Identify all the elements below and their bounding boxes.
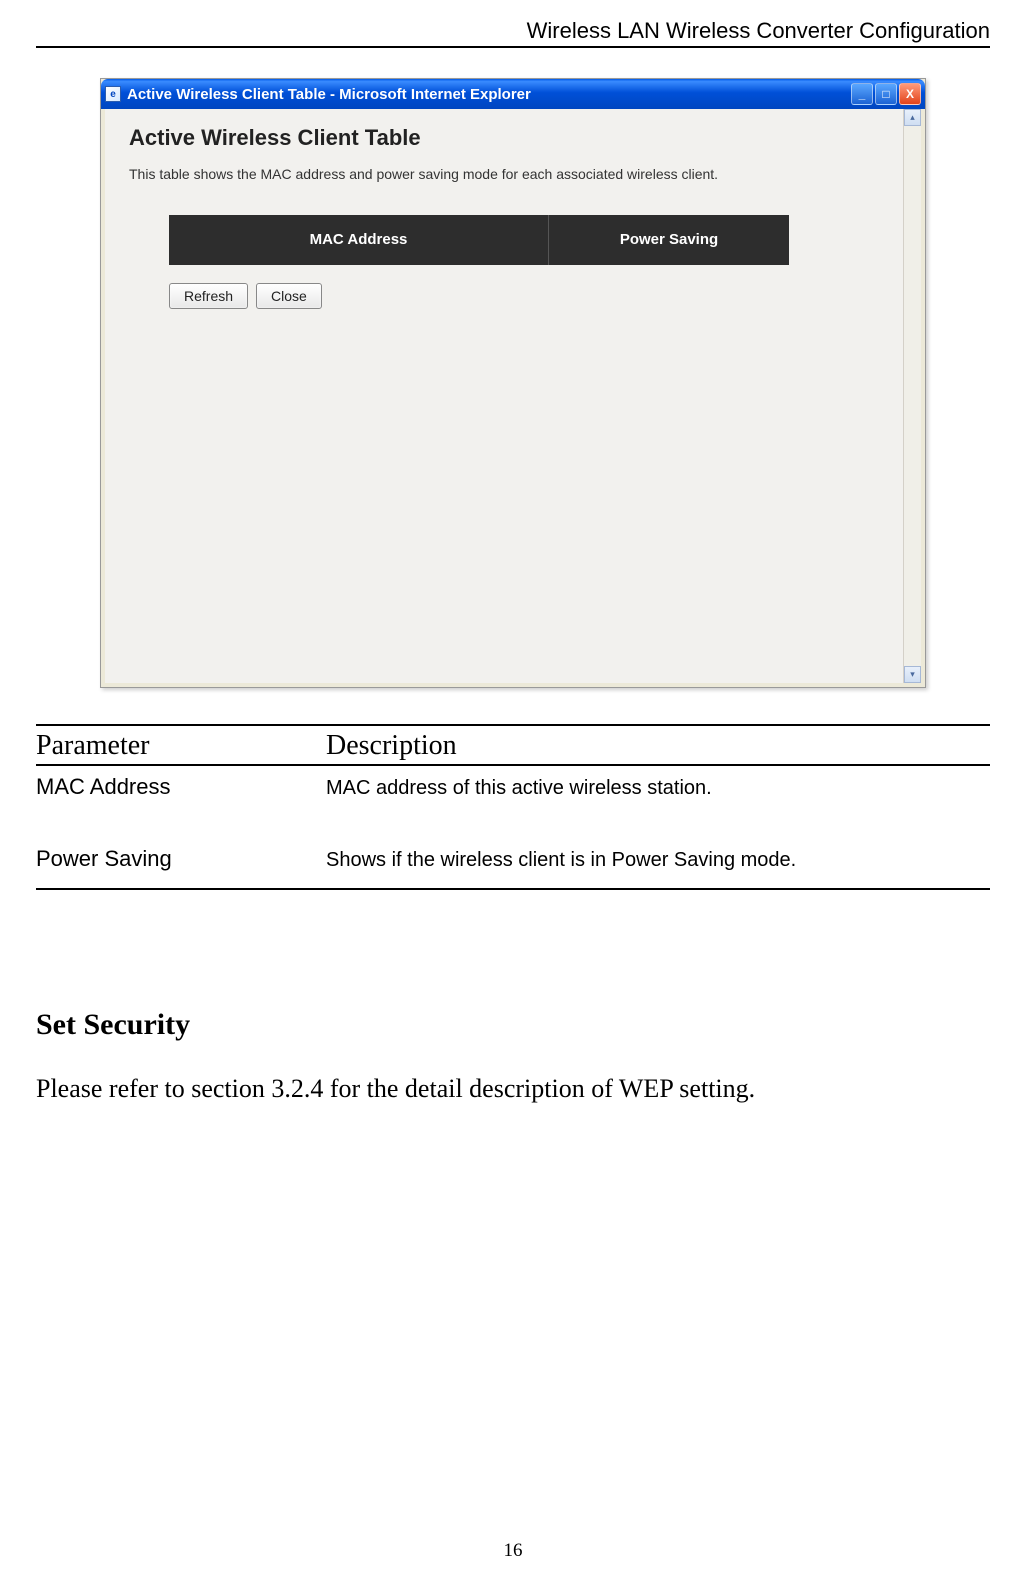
section-body: Please refer to section 3.2.4 for the de… [36, 1074, 990, 1104]
ie-page-icon: e [105, 86, 121, 102]
screenshot-window: e Active Wireless Client Table - Microso… [100, 78, 926, 688]
param-name-mac: MAC Address [36, 774, 326, 800]
page-header: Wireless LAN Wireless Converter Configur… [36, 18, 990, 48]
close-button[interactable]: Close [256, 283, 322, 309]
section-heading: Set Security [36, 1008, 190, 1042]
minimize-button[interactable]: _ [851, 83, 873, 105]
param-desc-power: Shows if the wireless client is in Power… [326, 846, 990, 872]
window-controls: _ □ X [851, 83, 921, 105]
browser-body: Active Wireless Client Table This table … [105, 109, 921, 683]
th-power-saving: Power Saving [549, 215, 789, 265]
param-row-mac: MAC Address MAC address of this active w… [36, 766, 990, 838]
window-title: Active Wireless Client Table - Microsoft… [127, 86, 531, 103]
vertical-scrollbar[interactable]: ▴ ▾ [903, 109, 921, 683]
close-icon: X [906, 87, 914, 101]
close-window-button[interactable]: X [899, 83, 921, 105]
content-title: Active Wireless Client Table [129, 125, 879, 151]
page-header-text: Wireless LAN Wireless Converter Configur… [527, 18, 990, 43]
param-header-row: Parameter Description [36, 726, 990, 764]
param-row-power: Power Saving Shows if the wireless clien… [36, 838, 990, 888]
content-description: This table shows the MAC address and pow… [129, 165, 769, 185]
maximize-button[interactable]: □ [875, 83, 897, 105]
minimize-icon: _ [859, 87, 866, 101]
client-table-header: MAC Address Power Saving [169, 215, 789, 265]
titlebar: e Active Wireless Client Table - Microso… [101, 79, 925, 109]
col-header-parameter: Parameter [36, 730, 326, 762]
param-name-power: Power Saving [36, 846, 326, 872]
button-row: Refresh Close [169, 283, 879, 309]
parameter-table-section: Parameter Description MAC Address MAC ad… [36, 724, 990, 890]
scroll-down-icon[interactable]: ▾ [904, 666, 921, 683]
maximize-icon: □ [882, 87, 889, 101]
divider-bottom [36, 888, 990, 890]
client-table: MAC Address Power Saving [169, 215, 789, 265]
content-area: Active Wireless Client Table This table … [105, 109, 903, 683]
refresh-button[interactable]: Refresh [169, 283, 248, 309]
th-mac-address: MAC Address [169, 215, 549, 265]
scroll-up-icon[interactable]: ▴ [904, 109, 921, 126]
page-number: 16 [0, 1540, 1026, 1562]
param-desc-mac: MAC address of this active wireless stat… [326, 774, 990, 800]
col-header-description: Description [326, 730, 990, 762]
